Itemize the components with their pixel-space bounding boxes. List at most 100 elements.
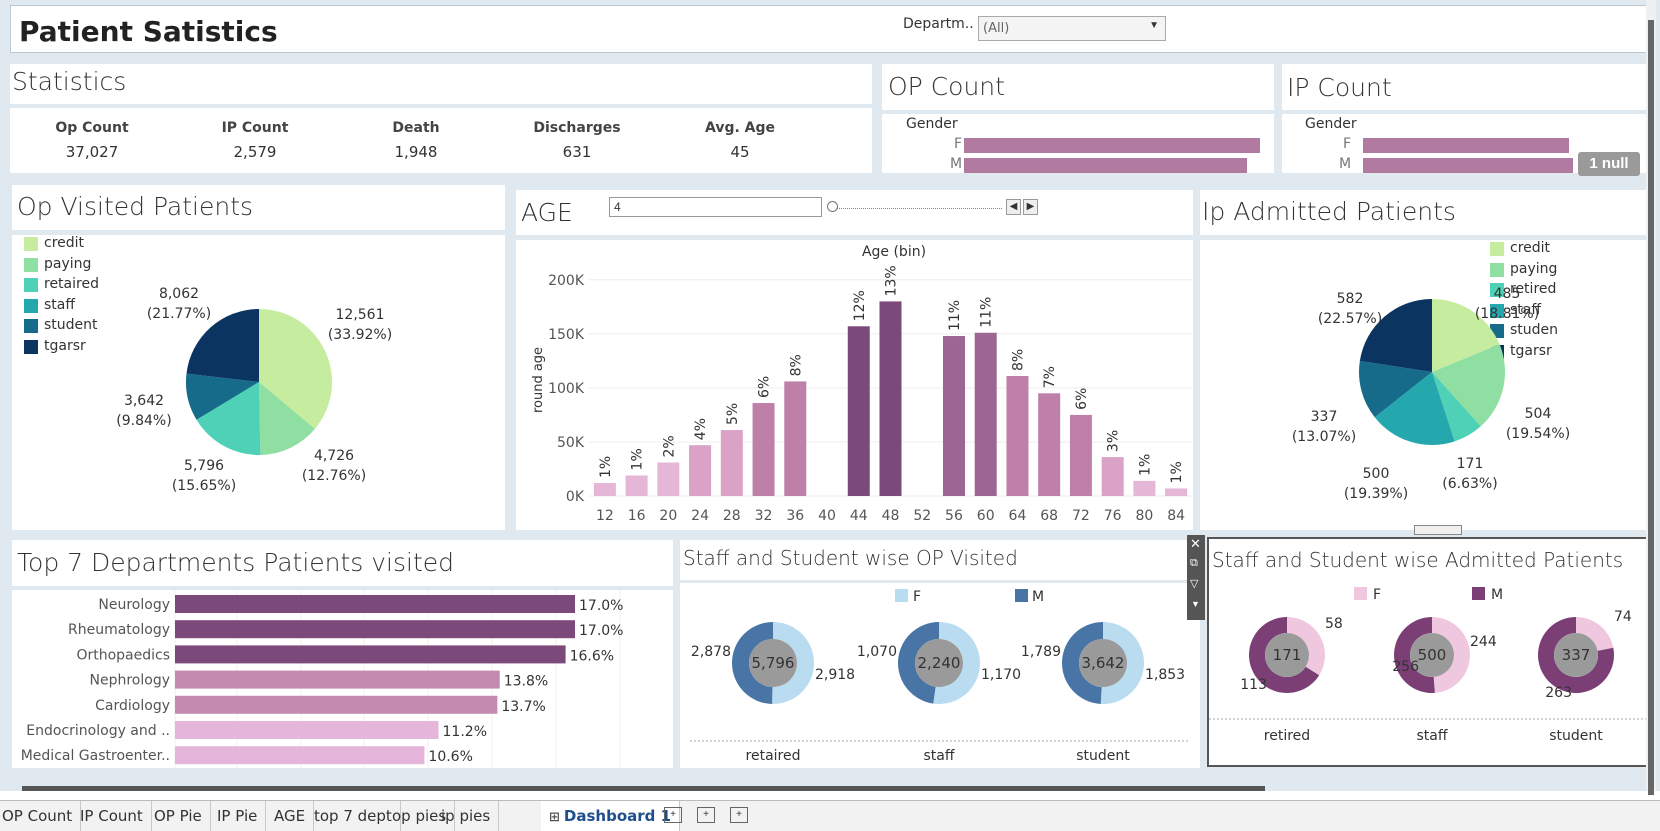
age-bar-chart[interactable]: Age (bin) round age 0K 50K 100K 150K 200K 1% 12 1… (516, 240, 1193, 530)
donut-category: retired (1264, 728, 1310, 744)
page-title: Patient Satistics (19, 15, 278, 48)
x-tick-label: 28 (723, 508, 741, 524)
tab-op-count[interactable]: OP Count (0, 801, 82, 831)
dept-bar[interactable] (175, 695, 498, 714)
op-pie-panel: credit paying retaired staff student tgarsr 1… (12, 235, 505, 530)
slice-percent-label: (15.65%) (172, 478, 236, 494)
tab-ip-count[interactable]: IP Count (72, 801, 152, 831)
age-bar[interactable] (625, 475, 648, 496)
filter-icon[interactable]: ▽ (1190, 577, 1198, 590)
new-worksheet-icon[interactable]: + (664, 807, 682, 823)
age-bar[interactable] (1133, 480, 1156, 496)
more-options-icon[interactable]: ▼ (1191, 599, 1200, 609)
x-tick-label: 60 (977, 508, 995, 524)
dept-label: Medical Gastroenter.. (21, 748, 170, 764)
tab-op-pie[interactable]: OP Pie (146, 801, 211, 831)
x-tick-label: 48 (882, 508, 900, 524)
staff-ip-title: Staff and Student wise Admitted Patients (1212, 548, 1624, 572)
age-bar[interactable] (657, 462, 680, 496)
slice-value-label: 12,561 (336, 307, 385, 323)
age-bar[interactable] (1006, 376, 1029, 496)
age-slider-handle[interactable] (827, 201, 838, 212)
age-bar[interactable] (752, 403, 775, 496)
open-external-icon[interactable]: ⧉ (1190, 557, 1198, 570)
age-bar[interactable] (1165, 488, 1188, 496)
dept-bar[interactable] (175, 595, 575, 613)
op-m-bar[interactable] (964, 158, 1247, 173)
age-bar[interactable] (784, 381, 807, 496)
null-badge[interactable]: 1 null (1578, 152, 1640, 176)
op-f-bar[interactable] (964, 138, 1260, 153)
age-slider-track[interactable] (832, 206, 1002, 209)
op-pie-chart[interactable]: 12,561 (33.92%) 4,726 (12.76%) 5,796 (15.65%)… (12, 235, 505, 530)
ip-pie-chart[interactable]: 485 (18.81%) 504 (19.54%) 171 (6.63%) 500 (19.3… (1200, 240, 1650, 530)
slider-next-button[interactable]: ▶ (1023, 199, 1038, 215)
donut-category: staff (923, 748, 954, 764)
op-count-panel: Gender F M (882, 114, 1274, 173)
tab-dashboard-1[interactable]: ⊞ Dashboard 1 (541, 801, 681, 831)
age-bar[interactable] (847, 326, 870, 496)
dept-label: Neurology (98, 597, 170, 613)
age-bar[interactable] (942, 336, 965, 496)
dept-bar[interactable] (175, 620, 575, 639)
dept-bar-label: 11.2% (443, 724, 487, 740)
age-bar-label: 7% (1042, 366, 1058, 388)
age-bar[interactable] (1101, 457, 1124, 496)
x-tick-label: 84 (1167, 508, 1185, 524)
header-panel: Patient Satistics Departm.. (All) ▼ (10, 5, 1650, 53)
ip-pie-title: Ip Admitted Patients (1202, 197, 1456, 226)
dept-bar[interactable] (175, 746, 425, 765)
dept-bar[interactable] (175, 645, 566, 664)
slice-value-label: 8,062 (159, 286, 199, 302)
staff-ip-donuts[interactable]: F M 171 58 113 retired 500 244 256 staff 337 74 263 s… (1209, 581, 1649, 766)
statistics-title-panel: Statistics (10, 64, 872, 104)
age-chart-panel: Age (bin) round age 0K 50K 100K 150K 200K 1% 12 1… (516, 240, 1193, 530)
ip-f-bar[interactable] (1363, 138, 1569, 153)
dept-bar[interactable] (175, 721, 439, 739)
dept-bar[interactable] (175, 670, 500, 689)
age-slider-input[interactable]: 4 (609, 197, 822, 217)
top7-bar-chart[interactable]: Neurology 17.0% Rheumatology 17.0% Orthopaed… (12, 590, 673, 768)
age-bar-label: 13% (884, 265, 900, 296)
slice-value-label: 5,796 (184, 458, 224, 474)
dept-bar-label: 10.6% (428, 749, 472, 765)
slice-value-label: 582 (1337, 291, 1364, 307)
department-filter-select[interactable]: (All) ▼ (978, 16, 1166, 41)
dept-label: Rheumatology (68, 622, 170, 638)
new-dashboard-icon[interactable]: + (697, 807, 715, 823)
op-pie-title: Op Visited Patients (17, 192, 254, 221)
donut-total: 5,796 (752, 654, 795, 672)
dept-bar-label: 16.6% (570, 648, 614, 664)
ip-f-label: F (1343, 136, 1352, 152)
age-bar-label: 11% (979, 297, 995, 328)
age-bar[interactable] (879, 301, 902, 496)
slider-prev-button[interactable]: ◀ (1006, 199, 1021, 215)
x-tick-label: 16 (628, 508, 646, 524)
slice-value-label: 504 (1525, 406, 1552, 422)
legend-swatch-m (1015, 589, 1028, 602)
tab-ip-pies[interactable]: ip pies (433, 801, 500, 831)
close-icon[interactable]: ✕ (1190, 536, 1201, 552)
donut-m-label: 1,070 (857, 644, 897, 660)
slice-percent-label: (22.57%) (1318, 311, 1382, 327)
donut-total: 337 (1562, 646, 1591, 664)
slice-percent-label: (19.54%) (1506, 426, 1570, 442)
age-bar[interactable] (1069, 414, 1092, 496)
new-story-icon[interactable]: + (730, 807, 748, 823)
stat-label: Death (392, 120, 440, 136)
pie-slice[interactable] (1359, 299, 1432, 372)
x-tick-label: 68 (1040, 508, 1058, 524)
age-bar[interactable] (720, 430, 743, 496)
slice-percent-label: (21.77%) (147, 306, 211, 322)
age-bar[interactable] (974, 332, 997, 496)
vertical-scrollbar-thumb[interactable] (1648, 20, 1654, 795)
staff-op-donuts[interactable]: F M 5,796 2,878 2,918 retaired 2,240 1,070 1,170… (680, 583, 1200, 768)
age-bar[interactable] (689, 445, 712, 496)
ip-m-bar[interactable] (1363, 158, 1573, 173)
age-bar[interactable] (1038, 393, 1061, 496)
horizontal-scrollbar-thumb[interactable] (22, 786, 1265, 791)
resize-handle[interactable] (1414, 525, 1462, 535)
tab-label: IP Count (80, 807, 143, 825)
age-bar[interactable] (593, 483, 616, 496)
tab-ip-pie[interactable]: IP Pie (209, 801, 267, 831)
